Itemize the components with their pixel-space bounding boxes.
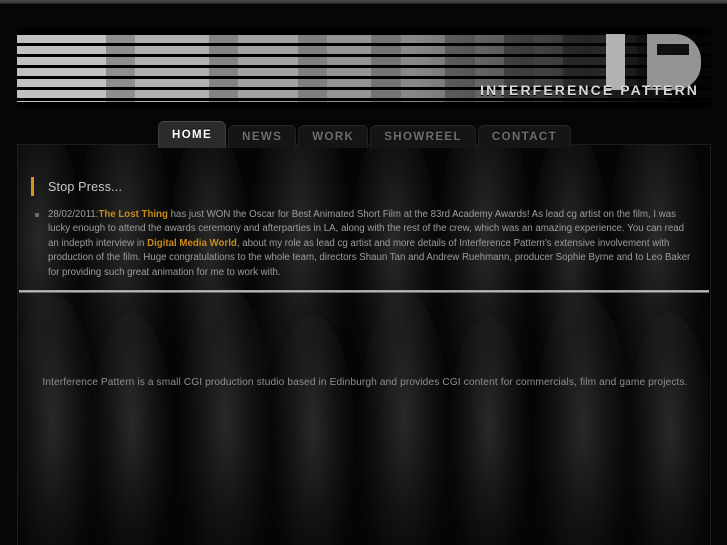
banner-column <box>135 28 150 108</box>
news-link-the-lost-thing[interactable]: The Lost Thing <box>98 209 167 220</box>
banner-column <box>268 28 283 108</box>
background-blob <box>358 291 450 545</box>
banner-column <box>430 28 446 108</box>
background-blob <box>250 145 350 433</box>
banner-column <box>76 28 91 108</box>
interference-background-pattern <box>18 145 710 545</box>
banner-column <box>415 28 431 108</box>
studio-tagline: Interference Pattern is a small CGI prod… <box>42 377 688 388</box>
logo-wordmark: INTERFERENCE PATTERN <box>480 82 699 98</box>
banner-column <box>312 28 328 108</box>
background-blob <box>534 293 632 545</box>
nav-tab-contact[interactable]: CONTACT <box>477 125 572 148</box>
background-blob <box>270 315 356 545</box>
background-blob <box>18 295 98 545</box>
news-list: 28/02/2011:The Lost Thing has just WON t… <box>34 208 694 280</box>
banner-column <box>253 28 269 108</box>
background-blob <box>178 287 274 545</box>
banner-column <box>356 28 372 108</box>
stop-press-header: Stop Press... <box>31 177 122 196</box>
banner-column <box>371 28 387 108</box>
main-navigation: HOME NEWS WORK SHOWREEL CONTACT <box>158 121 572 148</box>
banner-column <box>341 28 357 108</box>
banner-column <box>46 28 62 108</box>
banner-column <box>282 28 298 108</box>
banner-column <box>149 28 165 108</box>
background-blob <box>90 313 174 545</box>
nav-tab-showreel[interactable]: SHOWREEL <box>370 125 476 148</box>
banner-column <box>120 28 136 108</box>
banner-column <box>445 28 460 108</box>
banner-column <box>90 28 106 108</box>
news-list-item: 28/02/2011:The Lost Thing has just WON t… <box>34 208 694 280</box>
background-blob <box>448 317 530 545</box>
banner-column <box>238 28 254 108</box>
banner-column <box>61 28 77 108</box>
banner-column <box>105 28 121 108</box>
section-divider <box>19 290 709 293</box>
stop-press-title: Stop Press... <box>48 179 123 194</box>
banner-column <box>179 28 195 108</box>
banner-column <box>17 28 32 108</box>
news-link-digital-media-world[interactable]: Digital Media World <box>147 238 237 249</box>
nav-tab-news[interactable]: NEWS <box>228 125 297 148</box>
banner-column <box>386 28 401 108</box>
nav-tab-home[interactable]: HOME <box>158 121 227 148</box>
banner-column <box>31 28 47 108</box>
banner-column <box>400 28 416 108</box>
banner-column <box>208 28 224 108</box>
nav-tab-work[interactable]: WORK <box>298 125 369 148</box>
banner-column <box>297 28 313 108</box>
banner-column <box>459 28 475 108</box>
site-banner: INTERFERENCE PATTERN <box>17 28 711 108</box>
banner-column <box>223 28 239 108</box>
banner-column <box>194 28 209 108</box>
content-frame: Stop Press... 28/02/2011:The Lost Thing … <box>17 144 711 545</box>
banner-column <box>164 28 180 108</box>
page-root: INTERFERENCE PATTERN HOME NEWS WORK SHOWREE… <box>0 4 727 545</box>
news-date: 28/02/2011: <box>48 209 99 220</box>
banner-column <box>327 28 342 108</box>
background-blob <box>626 313 710 545</box>
